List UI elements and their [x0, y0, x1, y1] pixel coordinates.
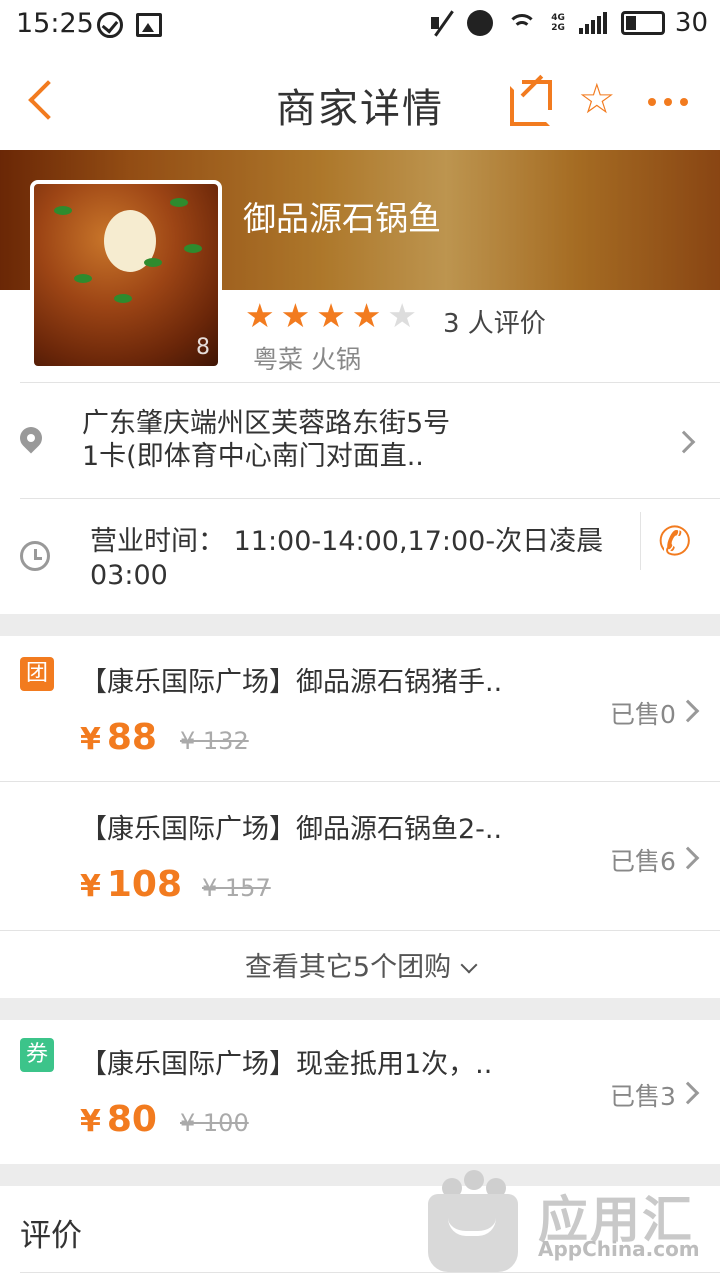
watermark-subtext: AppChina.com: [538, 1237, 700, 1261]
deal-sold-count: 已售6: [610, 847, 676, 876]
chevron-right-icon: [676, 1081, 700, 1105]
voucher-title: 【康乐国际广场】现金抵用1次，..: [80, 1049, 493, 1080]
check-circle-icon: [97, 12, 123, 38]
rating-count[interactable]: 3 人评价: [443, 303, 546, 340]
signal-type-icon: 4G 2G: [551, 13, 565, 33]
deal-original-price: ¥ 157: [202, 874, 271, 902]
deal-title: 【康乐国际广场】御品源石锅鱼2-..: [80, 814, 503, 845]
star-filled-icon: ★: [245, 296, 275, 335]
star-filled-icon: ★: [351, 296, 382, 335]
voucher-original-price: ¥ 100: [180, 1109, 249, 1137]
view-more-deals-button[interactable]: 查看其它5个团购: [0, 945, 720, 984]
rating-stars: ★ ★ ★ ★ ★: [245, 297, 417, 335]
favorite-star-icon[interactable]: ☆: [578, 74, 616, 124]
battery-level: 30: [674, 8, 708, 38]
appchina-logo: [428, 1170, 518, 1272]
location-icon: [15, 422, 47, 454]
group-buy-badge: 团: [20, 657, 54, 691]
signal-icon: [578, 12, 607, 34]
voucher-price: ¥80: [80, 1099, 157, 1140]
shop-categories: 粤菜 火锅: [253, 345, 361, 374]
business-hours: 营业时间： 11:00-14:00,17:00-次日凌晨 03:00: [90, 525, 625, 593]
deal-original-price: ¥ 132: [180, 727, 249, 755]
more-options-button[interactable]: [648, 98, 688, 106]
chevron-down-icon: [460, 956, 478, 974]
mute-icon: [429, 10, 453, 36]
phone-icon[interactable]: ✆: [658, 520, 692, 564]
voucher-badge: 券: [20, 1038, 54, 1072]
voucher-sold-count: 已售3: [610, 1082, 676, 1111]
deal-title: 【康乐国际广场】御品源石锅猪手..: [80, 667, 503, 698]
chevron-right-icon: [672, 430, 696, 454]
battery-icon: [620, 11, 665, 35]
star-filled-icon: ★: [316, 296, 346, 335]
address-line-1: 广东肇庆端州区芙蓉路东街5号: [82, 408, 451, 439]
chevron-right-icon: [676, 699, 700, 723]
deal-price: ¥88: [80, 717, 157, 758]
deal-sold-count: 已售0: [610, 700, 676, 729]
reviews-section-title: 评价: [20, 1218, 82, 1254]
star-empty-icon: ★: [387, 296, 417, 335]
shop-name: 御品源石锅鱼: [243, 199, 441, 238]
photo-count: 8: [196, 335, 210, 360]
status-icons: 4G 2G 30: [429, 8, 708, 38]
app-header: 商家详情 ☆: [0, 52, 720, 150]
star-filled-icon: ★: [280, 296, 311, 335]
share-button[interactable]: [508, 74, 552, 126]
status-bar: 15:25 4G 2G 30: [0, 0, 720, 52]
shop-photo[interactable]: 8: [30, 180, 222, 370]
more-deals-label: 查看其它5个团购: [244, 952, 452, 983]
clock-icon: [20, 541, 50, 571]
chevron-right-icon: [676, 846, 700, 870]
deal-price: ¥108: [80, 864, 183, 905]
hours-line-1: 营业时间： 11:00-14:00,17:00-次日凌晨: [90, 526, 604, 557]
hours-line-2: 03:00: [90, 560, 168, 591]
status-time: 15:25: [16, 8, 94, 39]
image-icon: [136, 13, 162, 37]
shop-address[interactable]: 广东肇庆端州区芙蓉路东街5号 1卡(即体育中心南门对面直..: [82, 407, 642, 473]
address-line-2: 1卡(即体育中心南门对面直..: [82, 441, 424, 472]
wifi-icon: [507, 12, 538, 34]
alarm-icon: [467, 10, 494, 36]
